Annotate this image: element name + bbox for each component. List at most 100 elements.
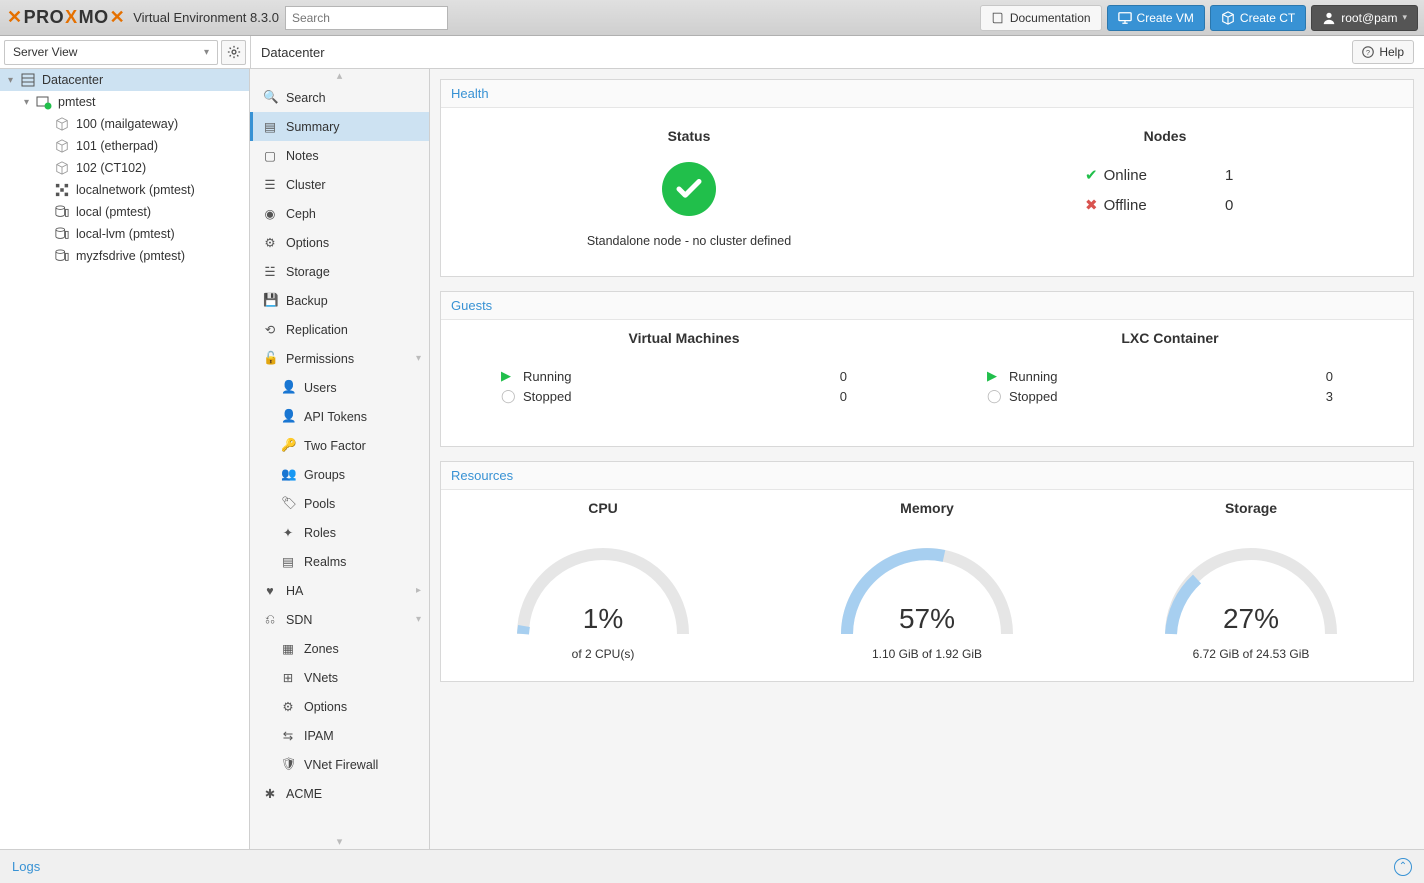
tree-ct-102[interactable]: 102 (CT102): [0, 157, 249, 179]
submenu-notes[interactable]: ▢Notes: [250, 141, 429, 170]
storage-subtitle: 6.72 GiB of 24.53 GiB: [1089, 647, 1413, 661]
stop-icon: ◯: [501, 388, 517, 404]
create-vm-button[interactable]: Create VM: [1107, 5, 1205, 31]
tree-network[interactable]: localnetwork (pmtest): [0, 179, 249, 201]
content-area: Health Status Standalone node - no clust…: [430, 69, 1424, 849]
help-button[interactable]: ? Help: [1352, 40, 1414, 64]
submenu-roles[interactable]: ✦Roles: [250, 518, 429, 547]
memory-title: Memory: [765, 500, 1089, 516]
lxc-title: LXC Container: [927, 330, 1413, 346]
server-rack-icon: [20, 72, 36, 88]
submenu-permissions[interactable]: 🔓Permissions▾: [250, 344, 429, 373]
submenu-options[interactable]: ⚙Options: [250, 228, 429, 257]
tree-label: pmtest: [58, 95, 96, 109]
cpu-title: CPU: [441, 500, 765, 516]
submenu-vnet-firewall[interactable]: 🛡VNet Firewall: [250, 750, 429, 779]
user-menu-button[interactable]: root@pam ▾: [1311, 5, 1418, 31]
submenu-acme[interactable]: ✱ACME: [250, 779, 429, 808]
lxc-stopped-count: 3: [1303, 389, 1333, 404]
submenu-groups[interactable]: 👥Groups: [250, 460, 429, 489]
help-label: Help: [1379, 45, 1404, 59]
sdn-icon: ⎌: [263, 612, 277, 627]
tree-storage-local[interactable]: local (pmtest): [0, 201, 249, 223]
running-label: Running: [523, 369, 817, 384]
create-ct-button[interactable]: Create CT: [1210, 5, 1306, 31]
person-icon: ✦: [281, 525, 295, 540]
user-label: root@pam: [1341, 11, 1397, 25]
check-icon: ✔: [1085, 166, 1098, 184]
tree-ct-101[interactable]: 101 (etherpad): [0, 135, 249, 157]
submenu-users[interactable]: 👤Users: [250, 373, 429, 402]
submenu-pools[interactable]: 🏷Pools: [250, 489, 429, 518]
network-icon: [54, 182, 70, 198]
documentation-label: Documentation: [1010, 11, 1091, 25]
tree-storage-myzfs[interactable]: myzfsdrive (pmtest): [0, 245, 249, 267]
desktop-icon: [1118, 11, 1132, 25]
memory-gauge: 57%: [832, 534, 1022, 639]
gear-icon: ⚙: [263, 235, 277, 250]
online-label: Online: [1104, 167, 1147, 184]
global-search-input[interactable]: [285, 6, 448, 30]
submenu-api-tokens[interactable]: 👤API Tokens: [250, 402, 429, 431]
search-icon: 🔍: [263, 90, 277, 105]
refresh-icon: ⟲: [263, 322, 277, 337]
submenu-cluster[interactable]: ☰Cluster: [250, 170, 429, 199]
storage-title: Storage: [1089, 500, 1413, 516]
storage-gauge: 27%: [1156, 534, 1346, 639]
times-icon: ✖: [1085, 196, 1098, 214]
scroll-up-arrow[interactable]: ▴: [250, 69, 429, 83]
help-icon: ?: [1362, 46, 1374, 58]
chevron-down-icon: ▾: [416, 353, 421, 364]
cube-icon: [54, 138, 70, 154]
server-view-label: Server View: [13, 45, 77, 59]
server-view-select[interactable]: Server View ▾: [4, 40, 218, 65]
submenu-backup[interactable]: 💾Backup: [250, 286, 429, 315]
book-icon: [991, 11, 1005, 25]
health-panel: Health Status Standalone node - no clust…: [440, 79, 1414, 277]
tree-node[interactable]: ▾ pmtest: [0, 91, 249, 113]
submenu-zones[interactable]: ▦Zones: [250, 634, 429, 663]
tree-storage-locallvm[interactable]: local-lvm (pmtest): [0, 223, 249, 245]
stop-icon: ◯: [987, 388, 1003, 404]
submenu-vnets[interactable]: ⊞VNets: [250, 663, 429, 692]
submenu-two-factor[interactable]: 🔑Two Factor: [250, 431, 429, 460]
cube-icon: [54, 160, 70, 176]
play-icon: ▶: [501, 368, 517, 384]
scroll-down-arrow[interactable]: ▾: [250, 835, 429, 849]
submenu-search[interactable]: 🔍Search: [250, 83, 429, 112]
tags-icon: 🏷: [281, 496, 295, 511]
submenu-sdn[interactable]: ⎌SDN▾: [250, 605, 429, 634]
logs-bar[interactable]: Logs ⌃: [0, 849, 1424, 883]
database-icon: [54, 226, 70, 242]
note-icon: ▢: [263, 148, 277, 163]
submenu-storage[interactable]: ☱Storage: [250, 257, 429, 286]
vm-running-count: 0: [817, 369, 847, 384]
submenu-sdn-options[interactable]: ⚙Options: [250, 692, 429, 721]
submenu-summary[interactable]: ▤Summary: [250, 112, 429, 141]
chevron-down-icon: ▾: [416, 614, 421, 625]
key-icon: 🔑: [281, 438, 295, 453]
submenu-ha[interactable]: ♥HA▸: [250, 576, 429, 605]
tree-ct-100[interactable]: 100 (mailgateway): [0, 113, 249, 135]
tree-datacenter[interactable]: ▾ Datacenter: [0, 69, 249, 91]
stopped-label: Stopped: [523, 389, 817, 404]
ceph-icon: ◉: [263, 206, 277, 221]
server-online-icon: [36, 94, 52, 110]
submenu-replication[interactable]: ⟲Replication: [250, 315, 429, 344]
database-icon: ☱: [263, 264, 277, 279]
svg-text:?: ?: [1366, 48, 1370, 57]
documentation-button[interactable]: Documentation: [980, 5, 1102, 31]
cube-icon: [1221, 11, 1235, 25]
chevron-down-icon: ▾: [204, 47, 209, 58]
expand-up-icon[interactable]: ⌃: [1394, 858, 1412, 876]
submenu-realms[interactable]: ▤Realms: [250, 547, 429, 576]
tree-settings-button[interactable]: [221, 40, 246, 65]
tree-label: myzfsdrive (pmtest): [76, 249, 185, 263]
cube-icon: [54, 116, 70, 132]
network-icon: ⊞: [281, 670, 295, 685]
th-icon: ▦: [281, 641, 295, 656]
submenu-ceph[interactable]: ◉Ceph: [250, 199, 429, 228]
submenu-ipam[interactable]: ⇆IPAM: [250, 721, 429, 750]
certificate-icon: ✱: [263, 786, 277, 801]
user-icon: [1322, 11, 1336, 25]
